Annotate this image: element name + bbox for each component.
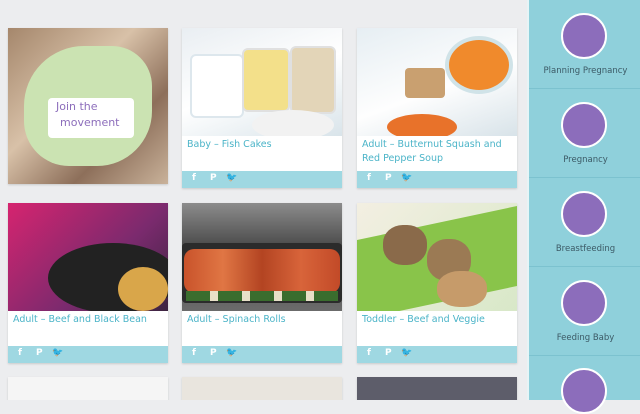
twitter-icon[interactable]: 🐦 [401, 348, 412, 358]
recipe-photo [357, 28, 517, 136]
sidebar-item-breastfeeding[interactable]: Breastfeeding [529, 178, 640, 267]
facebook-icon[interactable]: f [18, 348, 22, 358]
recipe-photo [182, 28, 342, 136]
join-line1: Join the [56, 100, 98, 113]
recipe-title[interactable]: Adult – Spinach Rolls [187, 313, 338, 327]
pinterest-icon[interactable]: P [36, 348, 43, 358]
facebook-icon[interactable]: f [367, 348, 371, 358]
recipe-card-partial[interactable] [8, 377, 168, 400]
sidebar-item-pregnancy[interactable]: Pregnancy [529, 89, 640, 178]
social-bar: f P 🐦 [357, 346, 517, 363]
recipe-card[interactable]: Adult – Beef and Black Bean f P 🐦 [8, 203, 168, 363]
social-bar: f P 🐦 [357, 171, 517, 188]
twitter-icon[interactable]: 🐦 [52, 348, 63, 358]
pregnant-icon [561, 102, 607, 148]
pinterest-icon[interactable]: P [385, 348, 392, 358]
recipe-card[interactable]: Toddler – Beef and Veggie f P 🐦 [357, 203, 517, 363]
twitter-icon[interactable]: 🐦 [226, 173, 237, 183]
recipe-photo [8, 203, 168, 311]
recipe-photo [357, 203, 517, 311]
sidebar: Planning Pregnancy Pregnancy Breastfeedi… [527, 0, 640, 414]
facebook-icon[interactable]: f [192, 173, 196, 183]
join-label: Join the movement [48, 98, 134, 138]
join-line2: movement [60, 116, 120, 129]
social-bar: f P 🐦 [8, 346, 168, 363]
twitter-icon[interactable]: 🐦 [401, 173, 412, 183]
sidebar-item-label: Feeding Baby [556, 333, 615, 343]
sidebar-item-next[interactable] [529, 356, 640, 414]
sidebar-item-planning-pregnancy[interactable]: Planning Pregnancy [529, 0, 640, 89]
recipe-card-partial[interactable] [182, 377, 342, 400]
pinterest-icon[interactable]: P [210, 348, 217, 358]
recipe-title[interactable]: Adult – Butternut Squash and Red Pepper … [362, 138, 513, 166]
recipe-card-partial[interactable] [357, 377, 517, 400]
sidebar-item-label: Pregnancy [563, 155, 608, 165]
join-movement-card[interactable]: Join the movement [8, 28, 168, 184]
photo-collage: Join the movement [8, 28, 168, 184]
recipe-card[interactable]: Baby – Fish Cakes f P 🐦 [182, 28, 342, 188]
recipe-photo [182, 203, 342, 311]
social-bar: f P 🐦 [182, 171, 342, 188]
child-icon [561, 368, 607, 414]
pinterest-icon[interactable]: P [210, 173, 217, 183]
twitter-icon[interactable]: 🐦 [226, 348, 237, 358]
breastfeeding-icon [561, 191, 607, 237]
recipe-card[interactable]: Adult – Spinach Rolls f P 🐦 [182, 203, 342, 363]
recipe-title[interactable]: Adult – Beef and Black Bean [13, 313, 164, 327]
social-bar: f P 🐦 [182, 346, 342, 363]
sidebar-item-feeding-baby[interactable]: Feeding Baby [529, 267, 640, 356]
facebook-icon[interactable]: f [192, 348, 196, 358]
couple-icon [561, 13, 607, 59]
sidebar-item-label: Planning Pregnancy [543, 66, 628, 76]
sidebar-item-label: Breastfeeding [555, 244, 616, 254]
recipe-grid: Join the movement Baby – Fish Cakes f P … [0, 0, 527, 400]
facebook-icon[interactable]: f [367, 173, 371, 183]
recipe-title[interactable]: Toddler – Beef and Veggie [362, 313, 513, 327]
baby-icon [561, 280, 607, 326]
recipe-card[interactable]: Adult – Butternut Squash and Red Pepper … [357, 28, 517, 188]
pinterest-icon[interactable]: P [385, 173, 392, 183]
recipe-title[interactable]: Baby – Fish Cakes [187, 138, 338, 152]
